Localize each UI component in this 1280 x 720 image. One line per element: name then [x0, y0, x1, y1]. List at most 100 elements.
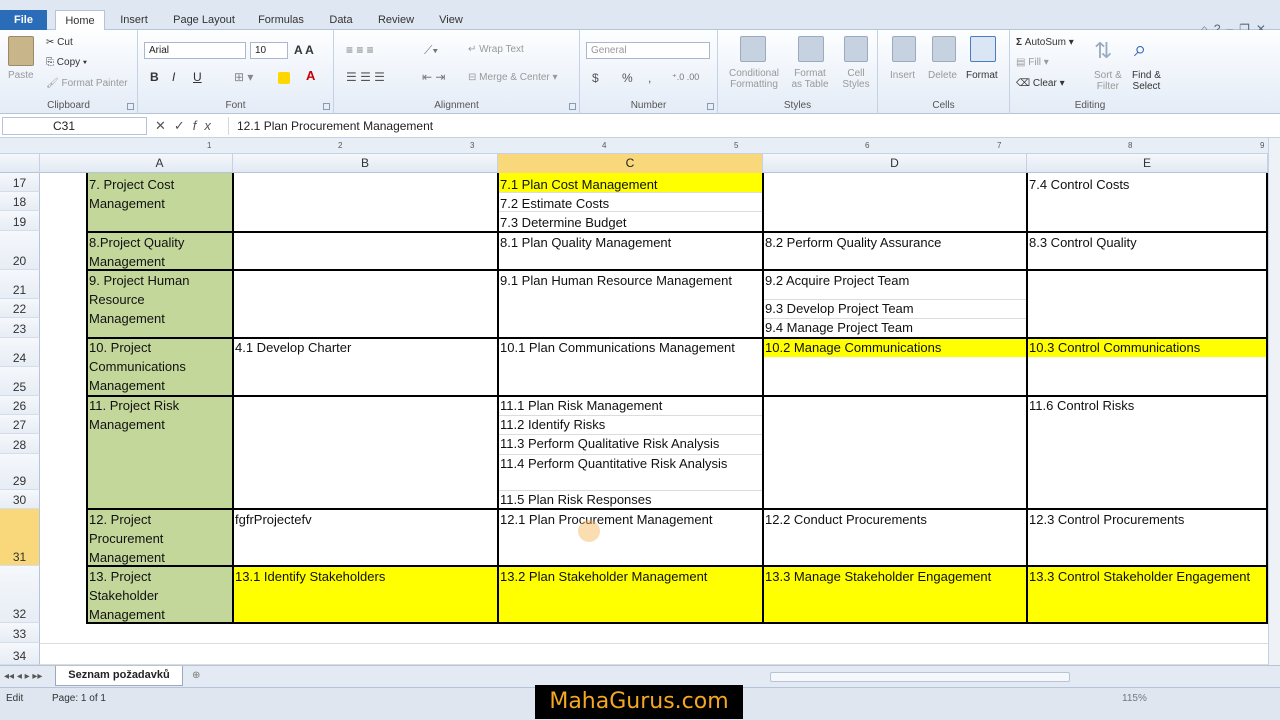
- border-icon[interactable]: ⊞ ▾: [234, 70, 253, 84]
- cell-styles-button[interactable]: Cell Styles: [836, 68, 876, 90]
- name-box[interactable]: C31: [2, 117, 147, 135]
- formula-input[interactable]: 12.1 Plan Procurement Management: [228, 117, 1268, 135]
- cell-c18[interactable]: 7.2 Estimate Costs: [498, 194, 609, 213]
- alignment-launcher-icon[interactable]: [569, 103, 576, 110]
- cell-d31[interactable]: 12.2 Conduct Procurements: [763, 510, 927, 529]
- cell-d32[interactable]: 13.3 Manage Stakeholder Engagement: [763, 567, 991, 586]
- conditional-formatting-button[interactable]: Conditional Formatting: [724, 68, 784, 90]
- number-format-box[interactable]: General: [586, 42, 710, 59]
- underline-button[interactable]: U: [193, 70, 202, 84]
- italic-button[interactable]: I: [172, 70, 175, 84]
- merge-center-button[interactable]: ⊟ Merge & Center ▾: [468, 72, 558, 83]
- row-header-33[interactable]: 33: [0, 623, 40, 643]
- cell-e26[interactable]: 11.6 Control Risks: [1027, 396, 1134, 415]
- find-select-icon[interactable]: ⌕: [1134, 36, 1146, 62]
- font-launcher-icon[interactable]: [323, 103, 330, 110]
- row-header-19[interactable]: 19: [0, 211, 40, 231]
- tab-home[interactable]: Home: [55, 10, 105, 31]
- row-header-26[interactable]: 26: [0, 396, 40, 415]
- cell-d21[interactable]: 9.2 Acquire Project Team: [763, 271, 909, 290]
- clear-button[interactable]: ⌫ Clear ▾: [1016, 78, 1065, 89]
- row-header-23[interactable]: 23: [0, 318, 40, 338]
- cell-e24[interactable]: 10.3 Control Communications: [1027, 338, 1200, 357]
- font-name-box[interactable]: Arial: [144, 42, 246, 59]
- cell-a31[interactable]: 12. Project Procurement Management: [87, 510, 165, 567]
- paste-button[interactable]: Paste: [8, 70, 34, 81]
- format-as-table-button[interactable]: Format as Table: [784, 68, 836, 90]
- tab-insert[interactable]: Insert: [110, 10, 158, 30]
- sort-filter-icon[interactable]: ⇅: [1094, 38, 1112, 64]
- cell-e17[interactable]: 7.4 Control Costs: [1027, 175, 1129, 194]
- delete-cells-icon[interactable]: [932, 36, 956, 62]
- column-header-a[interactable]: A: [87, 154, 233, 173]
- row-header-24[interactable]: 24: [0, 338, 40, 367]
- cell-a24[interactable]: 10. Project Communications Management: [87, 338, 186, 395]
- cell-c19[interactable]: 7.3 Determine Budget: [498, 213, 626, 232]
- currency-button[interactable]: $: [592, 71, 599, 85]
- orientation-icon[interactable]: ⟋▾: [424, 43, 438, 58]
- cell-c31[interactable]: 12.1 Plan Procurement Management: [498, 510, 712, 529]
- autosum-button[interactable]: Σ AutoSum ▾: [1016, 37, 1074, 48]
- font-color-icon[interactable]: A: [306, 68, 315, 83]
- column-header-d[interactable]: D: [763, 154, 1027, 173]
- cell-a21[interactable]: 9. Project Human Resource Management: [87, 271, 189, 328]
- align-left-icon[interactable]: ☰ ☰ ☰: [346, 70, 385, 84]
- cell-b31[interactable]: fgfrProjectefv: [233, 510, 312, 529]
- tab-formulas[interactable]: Formulas: [250, 10, 312, 30]
- paste-icon[interactable]: [8, 36, 34, 66]
- wrap-text-button[interactable]: ↵ Wrap Text: [468, 44, 524, 55]
- cell-c24[interactable]: 10.1 Plan Communications Management: [498, 338, 735, 357]
- grow-font-icon[interactable]: A A: [294, 43, 314, 57]
- sheet-nav-icon[interactable]: ◂◂ ◂ ▸ ▸▸: [4, 671, 42, 682]
- column-header-c[interactable]: C: [498, 154, 763, 173]
- sheet-tab[interactable]: Seznam požadavků: [55, 666, 183, 686]
- format-cells-icon[interactable]: [970, 36, 996, 62]
- cell-c29[interactable]: 11.4 Perform Quantitative Risk Analysis: [498, 454, 727, 473]
- cell-c27[interactable]: 11.2 Identify Risks: [498, 415, 605, 434]
- cell-d24[interactable]: 10.2 Manage Communications: [763, 338, 941, 357]
- cell-a32[interactable]: 13. Project Stakeholder Management: [87, 567, 165, 624]
- row-header-29[interactable]: 29: [0, 454, 40, 490]
- format-cells-button[interactable]: Format: [966, 70, 998, 81]
- cell-c21[interactable]: 9.1 Plan Human Resource Management: [498, 271, 732, 290]
- comma-button[interactable]: ,: [648, 71, 651, 85]
- row-header-27[interactable]: 27: [0, 415, 40, 434]
- bold-button[interactable]: B: [150, 70, 159, 84]
- cell-e32[interactable]: 13.3 Control Stakeholder Engagement: [1027, 567, 1250, 586]
- cell-b32[interactable]: 13.1 Identify Stakeholders: [233, 567, 385, 586]
- vertical-scrollbar[interactable]: [1268, 138, 1280, 668]
- worksheet-grid[interactable]: 17 18 19 20 21 22 23 24 25 26 27 28 29 3…: [0, 173, 1268, 665]
- row-header-18[interactable]: 18: [0, 192, 40, 211]
- number-launcher-icon[interactable]: [707, 103, 714, 110]
- decimal-icon[interactable]: ⁺.0 .00: [672, 72, 699, 83]
- horizontal-scrollbar[interactable]: [770, 672, 1070, 682]
- tab-data[interactable]: Data: [320, 10, 362, 30]
- conditional-formatting-icon[interactable]: [740, 36, 766, 62]
- cell-c26[interactable]: 11.1 Plan Risk Management: [498, 396, 662, 415]
- row-header-32[interactable]: 32: [0, 566, 40, 623]
- indent-icon[interactable]: ⇤ ⇥: [422, 70, 445, 84]
- row-header-28[interactable]: 28: [0, 434, 40, 454]
- cell-a17[interactable]: 7. Project Cost Management: [87, 175, 174, 213]
- row-header-17[interactable]: 17: [0, 173, 40, 192]
- copy-button[interactable]: ⎘ Copy ▾: [46, 57, 87, 68]
- tab-file[interactable]: File: [0, 10, 47, 30]
- formula-icons[interactable]: ✕✓fx: [155, 118, 219, 134]
- format-as-table-icon[interactable]: [798, 36, 824, 62]
- cell-a20[interactable]: 8.Project Quality Management: [87, 233, 184, 271]
- cell-styles-icon[interactable]: [844, 36, 868, 62]
- select-all[interactable]: [0, 154, 40, 173]
- cell-c32[interactable]: 13.2 Plan Stakeholder Management: [498, 567, 707, 586]
- cell-d20[interactable]: 8.2 Perform Quality Assurance: [763, 233, 941, 252]
- tab-view[interactable]: View: [430, 10, 472, 30]
- row-header-22[interactable]: 22: [0, 299, 40, 318]
- cell-b24[interactable]: 4.1 Develop Charter: [233, 338, 351, 357]
- row-header-21[interactable]: 21: [0, 270, 40, 299]
- font-size-box[interactable]: 10: [250, 42, 288, 59]
- cell-d22[interactable]: 9.3 Develop Project Team: [763, 299, 914, 318]
- insert-cells-button[interactable]: Insert: [890, 70, 915, 81]
- percent-button[interactable]: %: [622, 71, 633, 85]
- column-header-b[interactable]: B: [233, 154, 498, 173]
- cell-c28[interactable]: 11.3 Perform Qualitative Risk Analysis: [498, 434, 719, 453]
- find-select-button[interactable]: Find & Select: [1132, 70, 1161, 92]
